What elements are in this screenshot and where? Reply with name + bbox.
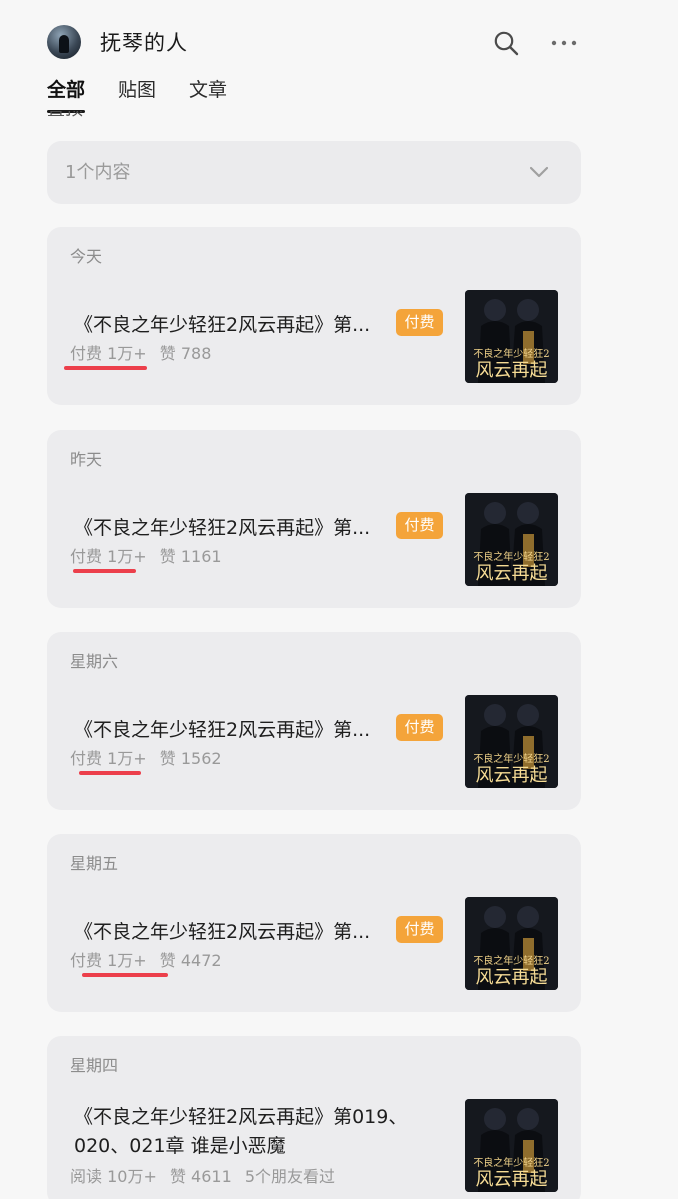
tab-all[interactable]: 全部 (47, 77, 86, 113)
svg-text:不良之年少轻狂2: 不良之年少轻狂2 (473, 347, 549, 360)
article-stats: 阅读 10万+ 赞 4611 5个朋友看过 (70, 1166, 343, 1188)
svg-text:风云再起: 风云再起 (476, 360, 548, 381)
content-filter-dropdown[interactable]: 1个内容 (47, 141, 581, 204)
svg-text:不良之年少轻狂2: 不良之年少轻狂2 (473, 550, 549, 563)
highlight-underline (82, 973, 168, 977)
search-icon[interactable] (493, 30, 519, 56)
post-date: 昨天 (70, 450, 103, 469)
thumbnail-art: 不良之年少轻狂2 风云再起 (465, 1099, 558, 1192)
clipped-section-label: 置顶 (47, 111, 83, 120)
post-date: 今天 (70, 247, 103, 266)
account-header: 抚琴的人 全部 贴图 文章 置顶 (0, 0, 678, 120)
article-title[interactable]: 《不良之年少轻狂2风云再起》第... (74, 515, 389, 541)
thumbnail-art: 不良之年少轻狂2 风云再起 (465, 695, 558, 788)
article-thumbnail[interactable]: 不良之年少轻狂2 风云再起 (465, 493, 558, 586)
post-date: 星期五 (70, 854, 119, 873)
post-date: 星期四 (70, 1056, 119, 1075)
article-stats: 付费 1万+ 赞 1562 (70, 748, 230, 770)
paid-tag: 付费 (396, 309, 443, 336)
paid-count: 付费 1万+ (70, 344, 147, 363)
article-stats: 付费 1万+ 赞 1161 (70, 546, 230, 568)
svg-text:风云再起: 风云再起 (476, 563, 548, 584)
article-thumbnail[interactable]: 不良之年少轻狂2 风云再起 (465, 1099, 558, 1192)
article-card[interactable]: 星期四 《不良之年少轻狂2风云再起》第019、020、021章 谁是小恶魔 阅读… (47, 1036, 581, 1199)
article-title[interactable]: 《不良之年少轻狂2风云再起》第... (74, 312, 389, 338)
article-thumbnail[interactable]: 不良之年少轻狂2 风云再起 (465, 897, 558, 990)
article-thumbnail[interactable]: 不良之年少轻狂2 风云再起 (465, 695, 558, 788)
chevron-down-icon (530, 166, 548, 178)
like-count: 赞 788 (159, 344, 212, 363)
paid-count: 付费 1万+ (70, 951, 147, 970)
filter-label: 1个内容 (65, 162, 131, 183)
article-title[interactable]: 《不良之年少轻狂2风云再起》第019、020、021章 谁是小恶魔 (74, 1103, 454, 1161)
svg-text:风云再起: 风云再起 (476, 765, 548, 786)
article-list-page: 抚琴的人 全部 贴图 文章 置顶 1个内容 今天 《不良之年少轻狂2风云再起》第… (0, 0, 678, 1199)
article-stats: 付费 1万+ 赞 788 (70, 343, 219, 365)
highlight-underline (73, 569, 136, 573)
like-count: 赞 1562 (159, 749, 222, 768)
read-count: 阅读 10万+ (70, 1167, 157, 1186)
article-card[interactable]: 星期六 《不良之年少轻狂2风云再起》第... 付费 付费 1万+ 赞 1562 … (47, 632, 581, 810)
like-count: 赞 1161 (159, 547, 222, 566)
thumbnail-art: 不良之年少轻狂2 风云再起 (465, 493, 558, 586)
post-date: 星期六 (70, 652, 119, 671)
thumbnail-art: 不良之年少轻狂2 风云再起 (465, 897, 558, 990)
svg-text:不良之年少轻狂2: 不良之年少轻狂2 (473, 752, 549, 765)
paid-tag: 付费 (396, 512, 443, 539)
content-tabs: 全部 贴图 文章 (47, 77, 260, 113)
paid-tag: 付费 (396, 916, 443, 943)
like-count: 赞 4472 (159, 951, 222, 970)
svg-text:风云再起: 风云再起 (476, 967, 548, 988)
paid-count: 付费 1万+ (70, 547, 147, 566)
svg-text:不良之年少轻狂2: 不良之年少轻狂2 (473, 1156, 549, 1169)
article-title[interactable]: 《不良之年少轻狂2风云再起》第... (74, 717, 389, 743)
article-card[interactable]: 今天 《不良之年少轻狂2风云再起》第... 付费 付费 1万+ 赞 788 不良… (47, 227, 581, 405)
svg-text:风云再起: 风云再起 (476, 1169, 548, 1190)
tab-images[interactable]: 贴图 (118, 77, 156, 107)
article-title[interactable]: 《不良之年少轻狂2风云再起》第... (74, 919, 389, 945)
like-count: 赞 4611 (169, 1167, 232, 1186)
highlight-underline (64, 366, 147, 370)
more-icon[interactable] (550, 30, 578, 56)
article-card[interactable]: 昨天 《不良之年少轻狂2风云再起》第... 付费 付费 1万+ 赞 1161 不… (47, 430, 581, 608)
svg-text:不良之年少轻狂2: 不良之年少轻狂2 (473, 954, 549, 967)
highlight-underline (79, 771, 141, 775)
tab-articles[interactable]: 文章 (189, 77, 227, 107)
paid-tag: 付费 (396, 714, 443, 741)
thumbnail-art: 不良之年少轻狂2 风云再起 (465, 290, 558, 383)
article-stats: 付费 1万+ 赞 4472 (70, 950, 230, 972)
article-thumbnail[interactable]: 不良之年少轻狂2 风云再起 (465, 290, 558, 383)
account-name[interactable]: 抚琴的人 (100, 28, 188, 58)
account-avatar[interactable] (47, 25, 81, 59)
paid-count: 付费 1万+ (70, 749, 147, 768)
friends-read-count: 5个朋友看过 (244, 1167, 336, 1186)
article-card[interactable]: 星期五 《不良之年少轻狂2风云再起》第... 付费 付费 1万+ 赞 4472 … (47, 834, 581, 1012)
